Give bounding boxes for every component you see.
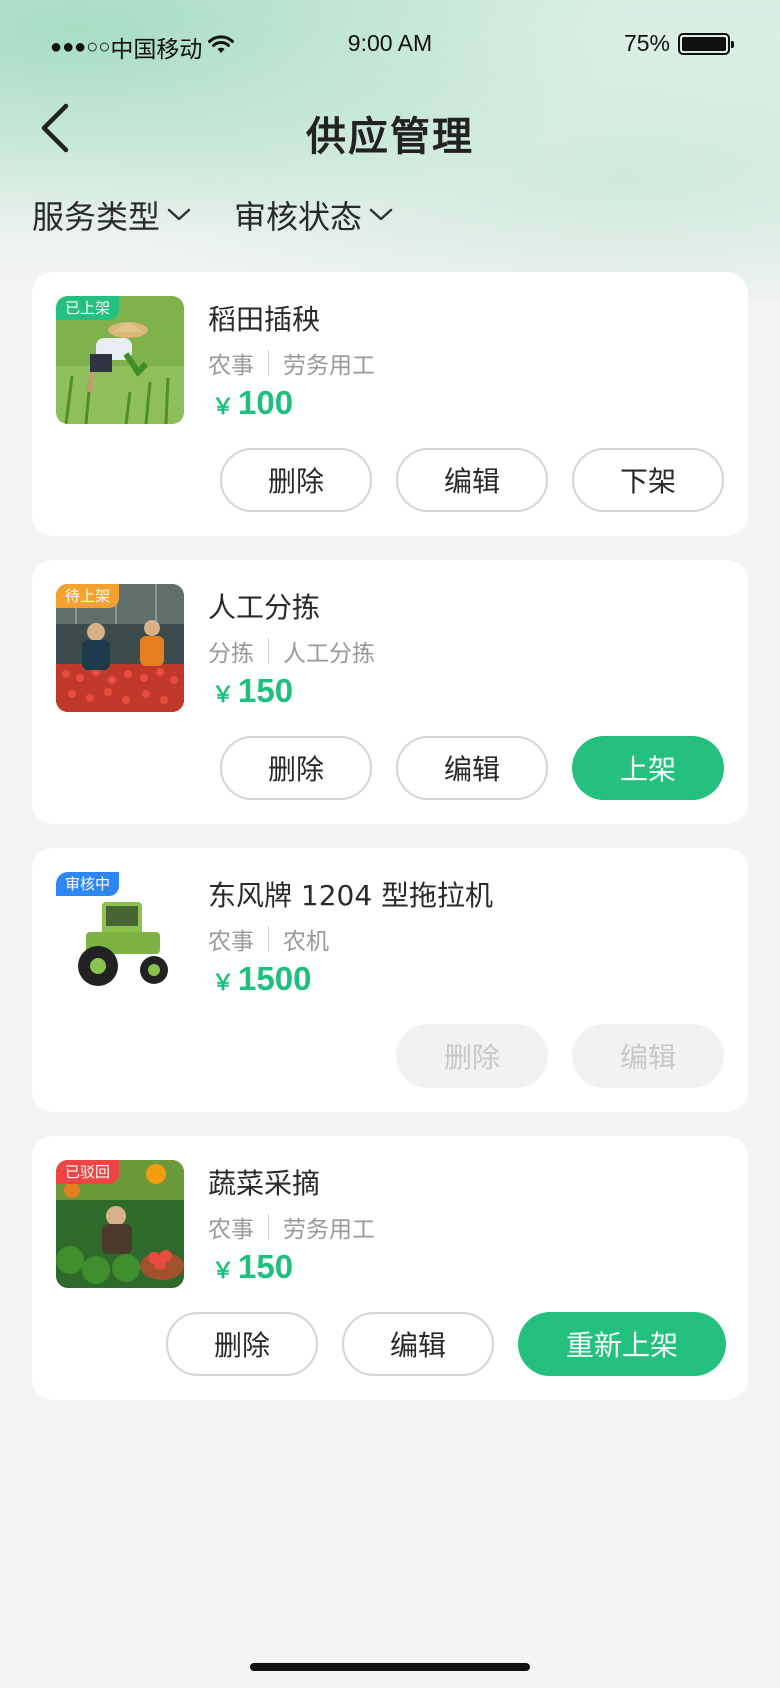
subcategory-label: 劳务用工 [283, 1217, 375, 1243]
category-label: 分拣 [208, 641, 254, 667]
edit-button[interactable]: 编辑 [396, 736, 548, 800]
supply-card[interactable]: 已驳回 蔬菜采摘 农事 劳务用工 ￥ 150 删除 编辑 重新上架 [32, 1136, 748, 1400]
item-title: 人工分拣 [208, 591, 321, 624]
edit-button[interactable]: 编辑 [396, 448, 548, 512]
filter-service-type[interactable]: 服务类型 [32, 192, 192, 238]
edit-button[interactable]: 编辑 [342, 1312, 494, 1376]
category-label: 农事 [208, 929, 254, 955]
status-bar: ●●●○○ 中国移动 9:00 AM 75% [0, 0, 780, 90]
item-title: 东风牌 1204 型拖拉机 [208, 879, 494, 912]
category-label: 农事 [208, 353, 254, 379]
price-value: 100 [238, 384, 294, 421]
unlist-button[interactable]: 下架 [572, 448, 724, 512]
battery-percent: 75% [623, 30, 670, 56]
item-price: ￥ 150 [212, 672, 293, 710]
product-image: 已驳回 [56, 1160, 184, 1288]
subcategory-label: 农机 [283, 929, 329, 955]
supply-card[interactable]: 已上架 稻田插秧 农事 劳务用工 ￥ 100 删除 编辑 下架 [32, 272, 748, 536]
battery-status: 75% [623, 30, 734, 57]
filter-label: 服务类型 [32, 198, 161, 236]
divider [268, 638, 269, 664]
currency-symbol: ￥ [212, 395, 235, 420]
delete-button[interactable]: 删除 [220, 448, 372, 512]
chevron-down-icon [369, 208, 393, 221]
home-indicator[interactable] [250, 1663, 530, 1671]
item-price: ￥ 100 [212, 384, 293, 422]
page-title: 供应管理 [306, 114, 474, 160]
subcategory-label: 人工分拣 [283, 641, 375, 667]
item-price: ￥ 1500 [212, 960, 311, 998]
chevron-down-icon [167, 208, 191, 221]
relist-button[interactable]: 重新上架 [518, 1312, 726, 1376]
edit-button: 编辑 [572, 1024, 724, 1088]
filter-bar: 服务类型 审核状态 [32, 190, 436, 240]
delete-button[interactable]: 删除 [220, 736, 372, 800]
currency-symbol: ￥ [212, 1259, 235, 1284]
nav-bar: 供应管理 [0, 90, 780, 170]
item-category: 农事 劳务用工 [208, 1210, 375, 1244]
category-label: 农事 [208, 1217, 254, 1243]
product-image: 待上架 [56, 584, 184, 712]
delete-button[interactable]: 删除 [166, 1312, 318, 1376]
supply-card[interactable]: 待上架 人工分拣 分拣 人工分拣 ￥ 150 删除 编辑 上架 [32, 560, 748, 824]
item-category: 农事 劳务用工 [208, 346, 375, 380]
product-image: 已上架 [56, 296, 184, 424]
item-category: 分拣 人工分拣 [208, 634, 375, 668]
delete-button: 删除 [396, 1024, 548, 1088]
item-title: 稻田插秧 [208, 303, 321, 336]
divider [268, 926, 269, 952]
battery-icon [678, 32, 734, 55]
list-button[interactable]: 上架 [572, 736, 724, 800]
price-value: 150 [238, 1248, 294, 1285]
supply-card[interactable]: 审核中 东风牌 1204 型拖拉机 农事 农机 ￥ 1500 删除 编辑 [32, 848, 748, 1112]
price-value: 1500 [238, 960, 312, 997]
status-badge: 已驳回 [56, 1160, 120, 1184]
status-badge: 审核中 [56, 872, 120, 896]
currency-symbol: ￥ [212, 971, 235, 996]
item-title: 蔬菜采摘 [208, 1167, 321, 1200]
status-badge: 待上架 [56, 584, 120, 608]
filter-label: 审核状态 [234, 198, 363, 236]
item-category: 农事 农机 [208, 922, 329, 956]
price-value: 150 [238, 672, 294, 709]
subcategory-label: 劳务用工 [283, 353, 375, 379]
status-badge: 已上架 [56, 296, 120, 320]
product-image: 审核中 [56, 872, 184, 1000]
item-price: ￥ 150 [212, 1248, 293, 1286]
divider [268, 1214, 269, 1240]
divider [268, 350, 269, 376]
currency-symbol: ￥ [212, 683, 235, 708]
filter-review-status[interactable]: 审核状态 [234, 192, 394, 238]
